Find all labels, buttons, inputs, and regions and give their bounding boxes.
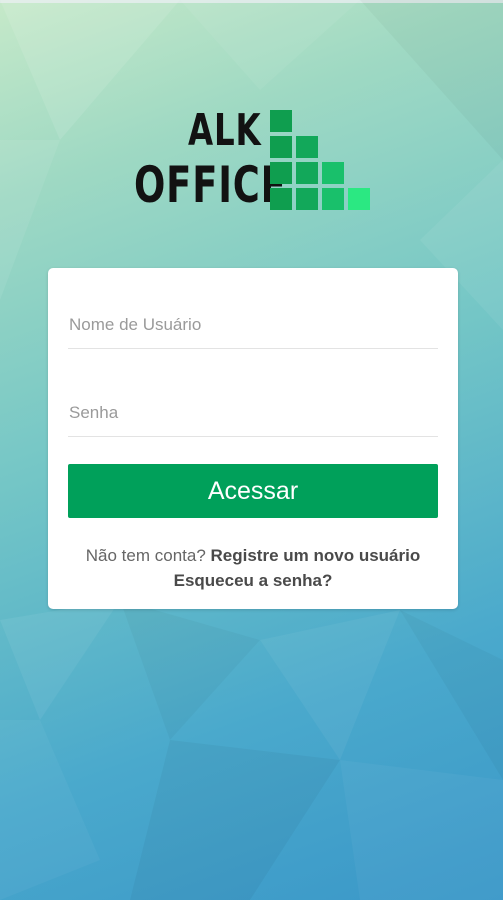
account-links: Não tem conta? Registre um novo usuário …: [48, 543, 458, 593]
password-input[interactable]: [68, 389, 438, 437]
forgot-password-link[interactable]: Esqueceu a senha?: [174, 571, 333, 590]
register-link[interactable]: Registre um novo usuário: [211, 546, 421, 565]
app-logo: ALK OFFICE: [134, 106, 374, 216]
logo-blocks-icon: [270, 110, 370, 210]
register-prompt: Não tem conta?: [85, 546, 206, 565]
username-input[interactable]: [68, 301, 438, 349]
login-card: Acessar Não tem conta? Registre um novo …: [48, 268, 458, 609]
login-button[interactable]: Acessar: [68, 464, 438, 518]
